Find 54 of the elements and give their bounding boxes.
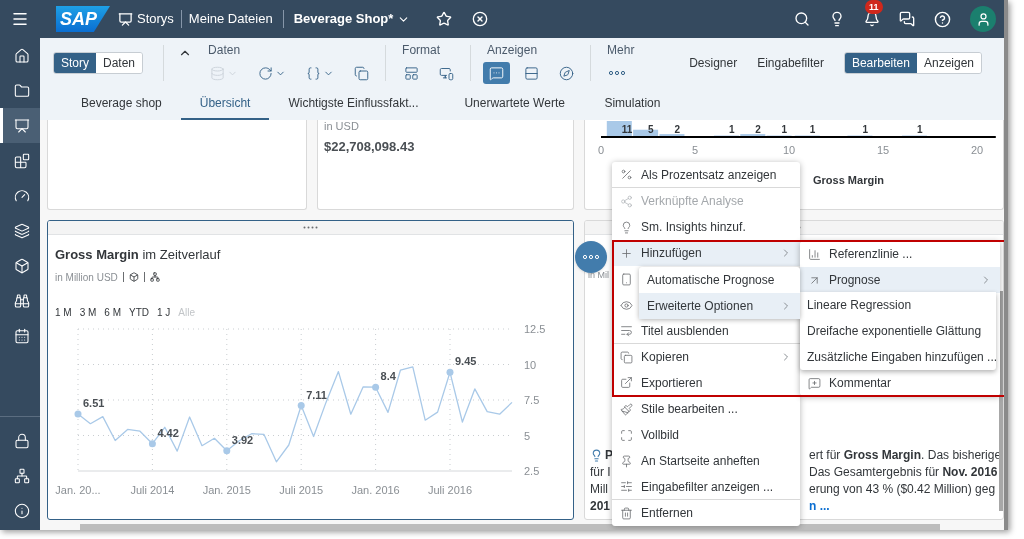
bar-value-label: 1 [916,124,923,135]
axis-tick-label: Jan. 2015 [202,483,251,496]
annotation: 3.92 [231,433,254,446]
axis-tick-label: 5 [524,429,531,441]
unit-label: in USD [324,120,360,132]
kpi-value: $22,708,098.43 [324,138,416,156]
insight-text: erung von 43 % ($0.42 Million) geg [809,481,996,498]
axis-title: Gross Margin [813,174,884,186]
group-label: Mehr [606,42,635,58]
annotation: 4.42 [148,426,179,447]
insight-text: Mill [590,481,608,498]
bar-value-label: 2 [755,124,761,135]
axis-tick-label: 5 [691,144,699,156]
group-label: Anzeigen [486,42,539,58]
axis-tick-label: 15 [876,144,890,156]
notification-badge: 11 [865,0,883,14]
insight-text: 201 [590,498,611,515]
annotation: 9.45 [455,354,477,367]
axis-tick-label: 2.5 [524,464,540,477]
annotation: 7.11 [306,388,328,401]
insight-text: ert für Gross Margin. Das bisherige [809,447,1002,464]
group-label: Format [401,42,442,58]
bar-value-label: 1 [728,124,735,135]
bar-value-label: 1 [809,124,816,135]
insight-text: für I [590,464,611,481]
insight-text: Das Gesamtergebnis für Nov. 2016 [809,464,998,481]
axis-tick-label: 10 [524,358,537,370]
unit-label: in Million USD [55,270,118,285]
annotation: 6.51 [83,396,105,409]
bar-value-label: 1 [862,124,868,135]
annotation: 3.92 [223,433,254,454]
annotation: 9.45 [446,354,477,376]
axis-tick-label: 12.5 [524,322,546,335]
annotation: 6.51 [74,396,105,418]
card-title: Gross Margin im Zeitverlauf [54,246,222,264]
axis-tick-label: Jan. 2016 [351,483,400,496]
axis-tick-label: 20 [970,144,984,156]
axis-tick-label: Juli 2016 [428,483,472,496]
group-label: Daten [207,42,242,58]
annotation: 4.42 [157,426,179,439]
axis-tick-label: Jan. 20... [55,483,101,496]
annotation: 8.4 [372,369,396,391]
axis-tick-label: 7.5 [524,393,540,406]
unit-label: in Mil [587,269,609,282]
axis-tick-label: Juli 2015 [279,483,324,496]
axis-tick-label: 0 [597,144,605,156]
axis-tick-label: Juli 2014 [130,483,175,496]
annotation: 8.4 [380,369,397,382]
bar-value-label: 2 [674,124,680,135]
bar-value-label: 11 [621,124,633,135]
annotation: 7.11 [297,388,327,409]
bar-value-label: 1 [781,124,788,135]
axis-tick-label: 10 [782,144,796,156]
bar-value-label: 5 [648,124,654,135]
